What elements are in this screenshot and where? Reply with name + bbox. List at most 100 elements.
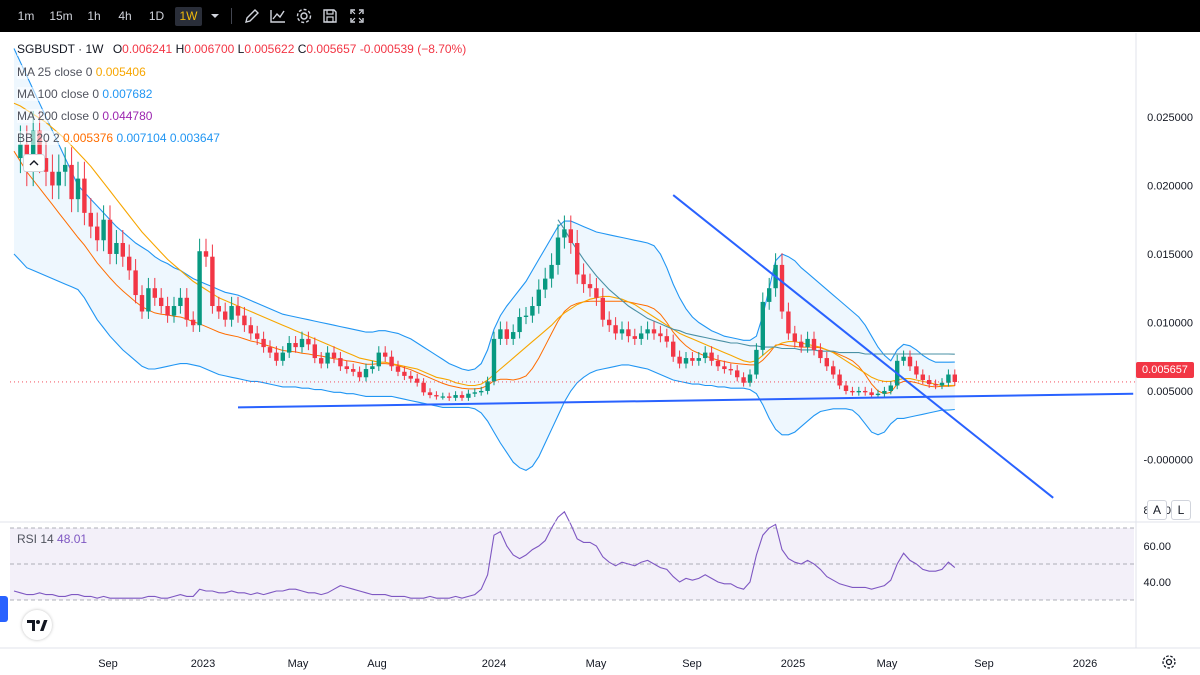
indicators-icon[interactable] [268, 6, 288, 26]
candle-body [709, 352, 714, 361]
candle-body [511, 332, 516, 339]
candle-body [517, 316, 522, 333]
time-tick-label: Aug [367, 658, 387, 670]
fullscreen-icon[interactable] [347, 6, 367, 26]
candle-body [626, 329, 631, 337]
save-icon[interactable] [320, 6, 340, 26]
settings-icon[interactable] [294, 6, 314, 26]
time-tick-label: 2023 [191, 658, 215, 670]
candle-body [127, 256, 132, 271]
candle-body [331, 352, 337, 359]
candle-body [479, 390, 484, 393]
high-value: 0.006700 [184, 42, 235, 56]
candle-body [722, 366, 727, 370]
candle-body [530, 306, 535, 316]
chart-settings-icon[interactable] [1161, 654, 1177, 670]
candle-body [824, 358, 829, 367]
time-tick-label: Sep [974, 658, 994, 670]
candle-body [747, 374, 753, 383]
candle-body [843, 385, 849, 391]
candle-body [639, 333, 644, 339]
candle-body [933, 384, 938, 386]
candle-body [421, 382, 426, 393]
candle-body [171, 306, 177, 316]
candle-body [555, 237, 561, 265]
candle-body [818, 349, 823, 359]
timeframe-4h[interactable]: 4h [112, 7, 138, 26]
ma200-legend[interactable]: MA 200 close 0 0.044780 [17, 109, 153, 123]
candle-body [607, 319, 612, 326]
candle-body [120, 243, 125, 257]
chevron-up-icon [29, 160, 39, 166]
candle-body [50, 171, 55, 186]
rsi-tick-label: 40.00 [1143, 577, 1171, 589]
draw-icon[interactable] [242, 6, 262, 26]
side-panel-handle[interactable] [0, 596, 8, 622]
candle-body [735, 370, 740, 378]
chevron-down-icon[interactable] [205, 6, 225, 26]
candle-body [101, 219, 106, 241]
time-tick-label: May [586, 658, 607, 670]
price-tick-label: -0.000000 [1143, 454, 1193, 466]
timeframe-1m[interactable]: 1m [12, 7, 40, 26]
change-value: -0.000539 (−8.70%) [359, 42, 467, 56]
candle-body [683, 358, 689, 364]
time-tick-label: 2026 [1073, 658, 1097, 670]
ma25-legend[interactable]: MA 25 close 0 0.005406 [17, 65, 146, 79]
timeframe-1d[interactable]: 1D [143, 7, 170, 26]
timeframe-1w[interactable]: 1W [175, 7, 202, 26]
candle-body [568, 229, 573, 243]
candle-body [792, 333, 797, 342]
chart-canvas[interactable]: 0.025000 0.020000 0.015000 0.010000 0.005000… [0, 32, 1200, 675]
candle-body [248, 325, 253, 334]
candle-body [63, 164, 68, 172]
candle-body [56, 171, 61, 186]
candle-body [882, 390, 887, 394]
candle-body [786, 311, 791, 334]
candle-body [146, 288, 151, 312]
candle-body [197, 251, 202, 326]
ma100-label: MA 100 close 0 [17, 87, 100, 101]
candle-body [338, 358, 343, 367]
candle-body [216, 306, 221, 312]
candle-body [178, 297, 183, 307]
time-tick-label: Sep [98, 658, 118, 670]
candle-body [184, 297, 189, 320]
timeframe-15m[interactable]: 15m [45, 7, 77, 26]
candle-body [613, 325, 618, 334]
candle-body [869, 392, 874, 396]
bb-legend[interactable]: BB 20 2 0.005376 0.007104 0.003647 [17, 131, 220, 145]
candle-body [459, 395, 465, 398]
rsi-tick-label: 60.00 [1143, 541, 1171, 553]
collapse-legend-button[interactable] [23, 154, 45, 172]
rsi-label: RSI 14 [17, 532, 54, 546]
candle-body [82, 178, 87, 213]
log-scale-button[interactable]: L [1171, 500, 1191, 520]
timeframe-1h[interactable]: 1h [81, 7, 107, 26]
candle-body [203, 251, 209, 257]
candle-body [75, 178, 81, 200]
candle-body [485, 381, 490, 391]
close-value: 0.005657 [306, 42, 357, 56]
auto-scale-button[interactable]: A [1147, 500, 1167, 520]
candle-body [504, 329, 509, 339]
candle-body [133, 270, 138, 296]
ma100-legend[interactable]: MA 100 close 0 0.007682 [17, 87, 153, 101]
candle-body [498, 329, 503, 339]
high-label: H [175, 42, 185, 56]
rsi-legend[interactable]: RSI 14 48.01 [17, 532, 87, 546]
price-tick-label: 0.005000 [1147, 386, 1193, 398]
candle-body [491, 338, 497, 382]
candle-body [703, 352, 708, 359]
candle-body [351, 369, 356, 372]
ma25-label: MA 25 close 0 [17, 65, 93, 79]
candle-body [293, 343, 298, 348]
candle-body [760, 301, 765, 350]
candle-body [587, 284, 593, 289]
tradingview-logo[interactable] [22, 610, 52, 640]
candle-body [619, 329, 625, 334]
candle-body [863, 390, 868, 393]
candle-body [389, 356, 394, 367]
candle-body [805, 338, 810, 348]
candle-body [575, 243, 580, 275]
